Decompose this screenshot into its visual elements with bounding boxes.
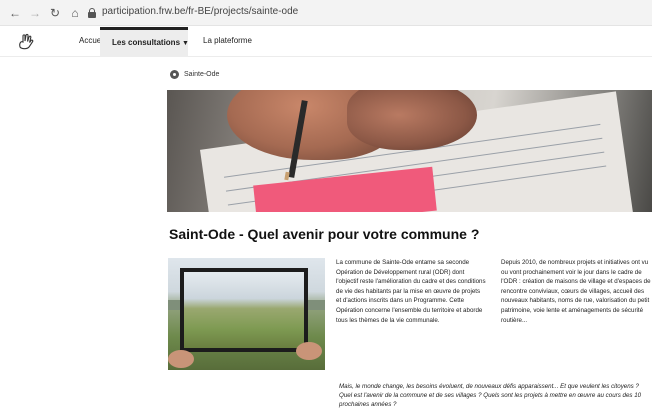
hero-image: [167, 90, 652, 212]
arrow-right-icon[interactable]: →: [28, 6, 42, 20]
landscape-frame-image: [168, 258, 325, 370]
reload-icon[interactable]: ↻: [48, 6, 62, 20]
arrow-left-icon[interactable]: ←: [8, 6, 22, 20]
nav-consultations[interactable]: Les consultations ▼: [100, 27, 189, 57]
intro-quote: Mais, le monde change, les besoins évolu…: [339, 383, 642, 409]
lock-icon: [88, 8, 96, 18]
chevron-down-icon: ▼: [182, 40, 189, 47]
page-title: Saint-Ode - Quel avenir pour votre commu…: [169, 226, 480, 242]
browser-toolbar: ← → ↻ ⌂ participation.frw.be/fr-BE/proje…: [0, 0, 652, 26]
intro-paragraph-left: La commune de Sainte-Ode entame sa secon…: [336, 259, 486, 324]
url-text: participation.frw.be/fr-BE/projects/sain…: [102, 6, 299, 17]
location-icon: [170, 70, 179, 79]
site-header: Accueil Les consultations ▼ La plateforme: [0, 27, 652, 57]
hand-logo-icon[interactable]: [16, 33, 36, 51]
nav-consultations-label: Les consultations: [112, 38, 181, 47]
breadcrumb-item[interactable]: Sainte-Ode: [184, 69, 219, 81]
nav-plateforme[interactable]: La plateforme: [203, 27, 252, 57]
address-bar[interactable]: participation.frw.be/fr-BE/projects/sain…: [84, 4, 644, 22]
intro-paragraph-right: Depuis 2010, de nombreux projets et init…: [501, 259, 651, 324]
home-icon[interactable]: ⌂: [68, 6, 82, 20]
